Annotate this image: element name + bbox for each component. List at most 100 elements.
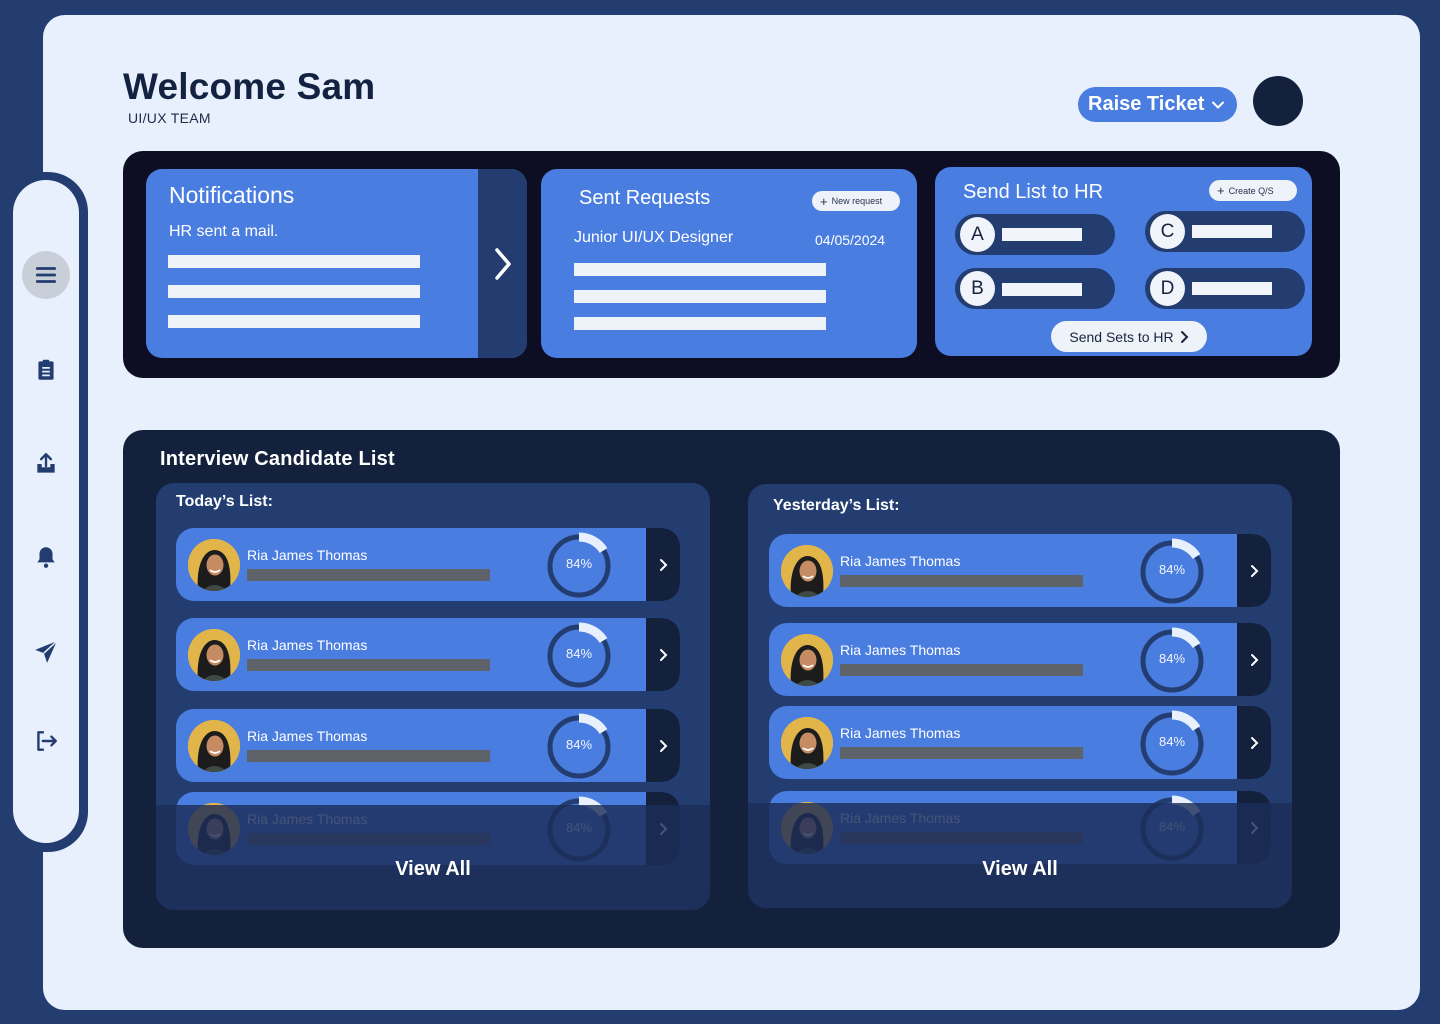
question-set-slot[interactable]: C [1145, 211, 1305, 252]
candidate-placeholder-bar [840, 664, 1083, 676]
send-list-title: Send List to HR [963, 181, 1104, 203]
open-candidate-button[interactable] [646, 618, 680, 691]
chevron-right-icon [1180, 330, 1189, 343]
sidebar-item-menu[interactable] [22, 251, 70, 299]
send-icon [35, 640, 58, 663]
menu-icon [35, 267, 57, 283]
slot-placeholder-bar [1192, 225, 1272, 238]
candidate-name: Ria James Thomas [247, 637, 368, 653]
notification-message: HR sent a mail. [169, 223, 279, 240]
raise-ticket-button[interactable]: Raise Ticket [1078, 87, 1237, 122]
sidebar-item-upload[interactable] [22, 440, 70, 488]
send-sets-button[interactable]: Send Sets to HR [1051, 321, 1207, 352]
candidate-placeholder-bar [840, 747, 1083, 759]
candidate-placeholder-bar [247, 659, 490, 671]
page-title: Welcome Sam [123, 66, 376, 107]
send-list-card: Send List to HR + Create Q/S A B C D Sen… [935, 167, 1312, 356]
team-label: UI/UX TEAM [128, 110, 211, 126]
chevron-right-icon [1250, 653, 1258, 666]
today-list: Today’s List: Ria James Thomas 84% Ria Jam… [156, 483, 710, 910]
candidate-placeholder-bar [247, 569, 490, 581]
candidate-row[interactable]: Ria James Thomas 84% [769, 623, 1271, 696]
request-role: Junior UI/UX Designer [574, 229, 734, 246]
candidate-row[interactable]: Ria James Thomas 84% [176, 618, 680, 691]
candidate-avatar [188, 720, 240, 772]
candidate-name: Ria James Thomas [247, 728, 368, 744]
notifications-next-button[interactable] [478, 169, 527, 358]
new-request-label: New request [831, 196, 883, 206]
request-placeholder-line [574, 317, 826, 330]
candidate-row[interactable]: Ria James Thomas 84% [769, 706, 1271, 779]
candidate-avatar [188, 629, 240, 681]
today-list-label: Today’s List: [176, 493, 273, 510]
sidebar-item-send[interactable] [22, 628, 70, 676]
score-label: 84% [1158, 562, 1186, 577]
score-label: 84% [565, 646, 593, 661]
open-candidate-button[interactable] [1237, 534, 1271, 607]
view-all-button[interactable]: View All [156, 858, 710, 881]
view-all-button[interactable]: View All [748, 858, 1292, 881]
candidate-avatar [188, 539, 240, 591]
create-qs-button[interactable]: + Create Q/S [1209, 180, 1297, 201]
notification-placeholder-line [168, 255, 420, 268]
send-sets-label: Send Sets to HR [1069, 328, 1174, 345]
request-placeholder-line [574, 263, 826, 276]
open-candidate-button[interactable] [1237, 706, 1271, 779]
slot-placeholder-bar [1192, 282, 1272, 295]
notification-placeholder-line [168, 315, 420, 328]
open-candidate-button[interactable] [646, 528, 680, 601]
slot-letter: A [960, 217, 995, 252]
upload-icon [37, 453, 55, 473]
plus-icon: + [820, 193, 828, 209]
candidate-avatar [781, 717, 833, 769]
candidate-avatar [781, 545, 833, 597]
plus-icon: + [1217, 183, 1225, 198]
notifications-card: Notifications HR sent a mail. [146, 169, 527, 358]
slot-letter: C [1150, 214, 1185, 249]
question-set-slot[interactable]: B [955, 268, 1115, 309]
raise-ticket-label: Raise Ticket [1088, 93, 1205, 115]
sidebar-item-tasks[interactable] [22, 346, 70, 394]
score-label: 84% [565, 737, 593, 752]
sidebar-item-logout[interactable] [22, 717, 70, 765]
user-avatar[interactable] [1253, 76, 1303, 126]
candidate-placeholder-bar [840, 575, 1083, 587]
clipboard-icon [38, 359, 54, 380]
yesterday-list-label: Yesterday’s List: [773, 497, 900, 514]
slot-letter: B [960, 271, 995, 306]
slot-letter: D [1150, 271, 1185, 306]
candidate-placeholder-bar [247, 750, 490, 762]
candidate-row[interactable]: Ria James Thomas 84% [176, 709, 680, 782]
new-request-button[interactable]: + New request [812, 191, 900, 211]
list-fade-overlay [748, 803, 1292, 908]
bell-icon [37, 547, 55, 568]
candidate-row[interactable]: Ria James Thomas 84% [176, 528, 680, 601]
logout-icon [37, 731, 57, 751]
score-label: 84% [565, 556, 593, 571]
sent-requests-card: Sent Requests + New request Junior UI/UX… [541, 169, 917, 358]
chevron-right-icon [494, 247, 511, 280]
request-date: 04/05/2024 [815, 232, 886, 248]
slot-placeholder-bar [1002, 283, 1082, 296]
request-placeholder-line [574, 290, 826, 303]
score-label: 84% [1158, 651, 1186, 666]
chevron-right-icon [659, 648, 667, 661]
open-candidate-button[interactable] [646, 709, 680, 782]
slot-placeholder-bar [1002, 228, 1082, 241]
chevron-down-icon [1212, 101, 1225, 109]
candidate-name: Ria James Thomas [247, 547, 368, 563]
question-set-slot[interactable]: A [955, 214, 1115, 255]
yesterday-list: Yesterday’s List: Ria James Thomas 84% Ria… [748, 484, 1292, 908]
interview-title: Interview Candidate List [160, 448, 395, 470]
create-qs-label: Create Q/S [1228, 185, 1274, 196]
chevron-right-icon [1250, 736, 1258, 749]
chevron-right-icon [659, 739, 667, 752]
sidebar-item-notifications[interactable] [22, 533, 70, 581]
candidate-row[interactable]: Ria James Thomas 84% [769, 534, 1271, 607]
notification-placeholder-line [168, 285, 420, 298]
score-label: 84% [1158, 734, 1186, 749]
candidate-name: Ria James Thomas [840, 553, 961, 569]
question-set-slot[interactable]: D [1145, 268, 1305, 309]
open-candidate-button[interactable] [1237, 623, 1271, 696]
candidate-name: Ria James Thomas [840, 725, 961, 741]
